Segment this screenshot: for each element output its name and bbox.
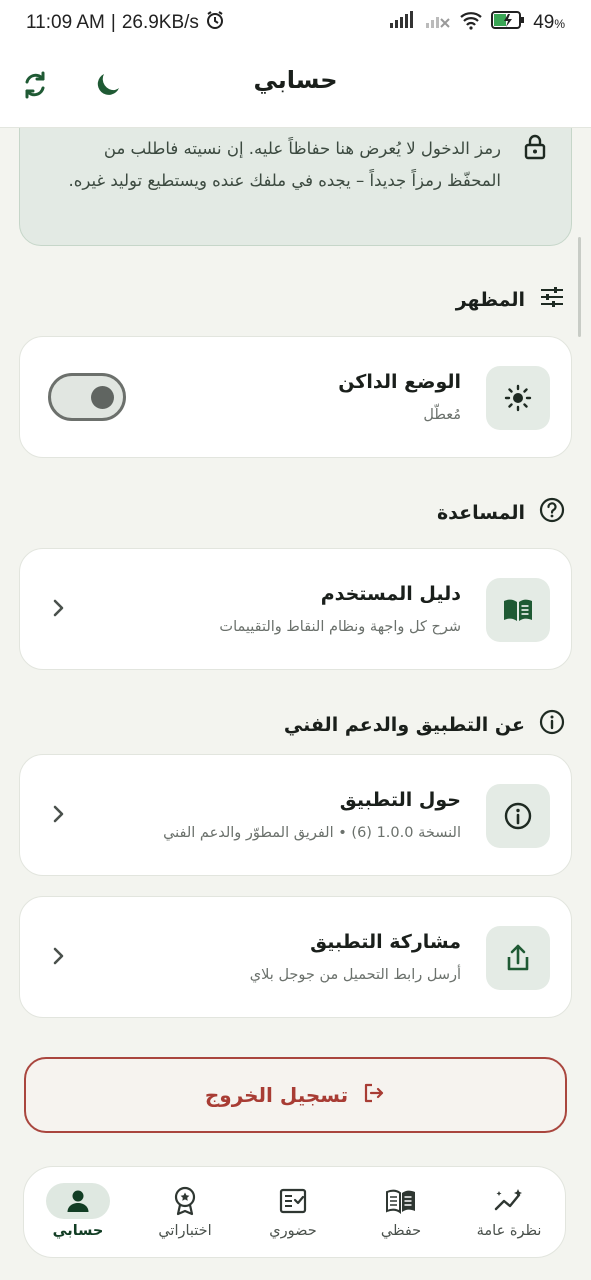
chevron-left-icon — [50, 944, 66, 972]
info-circle-icon — [539, 709, 565, 740]
status-time: 11:09 AM — [26, 12, 105, 33]
section-appearance-title: المظهر — [455, 288, 525, 311]
sparkle-chart-icon — [477, 1183, 541, 1219]
signal-off-icon — [425, 11, 451, 35]
nav-item-overview[interactable]: نظرة عامة — [455, 1167, 563, 1259]
award-icon — [153, 1183, 217, 1219]
status-bar: 11:09 AM | 26.9KB/s 49% — [0, 0, 591, 44]
section-appearance: المظهر — [456, 285, 565, 314]
battery-level: 49% — [533, 12, 565, 33]
nav-label-exams: اختباراتي — [158, 1223, 212, 1239]
status-speed: 26.9KB/s — [121, 12, 199, 33]
nav-label-account: حسابي — [52, 1223, 104, 1239]
nav-label-overview: نظرة عامة — [476, 1223, 542, 1239]
checklist-icon — [261, 1183, 325, 1219]
section-help: المساعدة — [437, 497, 565, 528]
sun-icon — [486, 366, 550, 430]
signal-icon — [389, 11, 417, 35]
nav-label-attendance: حضوري — [269, 1223, 317, 1239]
share-app-card[interactable]: مشاركة التطبيق أرسل رابط التحميل من جوجل… — [19, 896, 572, 1018]
nav-label-memorization: حفظي — [380, 1223, 422, 1239]
sliders-icon — [539, 285, 565, 314]
info-icon — [486, 784, 550, 848]
content[interactable]: رمز الدخول لا يُعرض هنا حفاظاً عليه. إن … — [0, 128, 591, 1168]
person-icon — [46, 1183, 110, 1219]
nav-item-attendance[interactable]: حضوري — [239, 1167, 347, 1259]
about-app-card[interactable]: حول التطبيق النسخة 1.0.0 (6) • الفريق ال… — [19, 754, 572, 876]
battery-icon — [491, 11, 525, 35]
chevron-left-icon — [50, 596, 66, 624]
logout-label: تسجيل الخروج — [204, 1083, 349, 1107]
section-about: عن التطبيق والدعم الفني — [284, 709, 565, 740]
help-circle-icon — [539, 497, 565, 528]
toggle-knob — [91, 386, 114, 409]
share-icon — [486, 926, 550, 990]
dark-mode-toggle[interactable] — [48, 373, 126, 421]
page-title: حسابي — [253, 66, 338, 94]
pin-info-text: رمز الدخول لا يُعرض هنا حفاظاً عليه. إن … — [68, 139, 501, 190]
logout-button[interactable]: تسجيل الخروج — [24, 1057, 567, 1133]
bottom-nav: نظرة عامة حفظي حضوري اختباراتي حسابي — [23, 1166, 566, 1258]
share-app-subtitle: أرسل رابط التحميل من جوجل بلاي — [249, 967, 461, 983]
share-app-title: مشاركة التطبيق — [310, 931, 461, 953]
about-app-title: حول التطبيق — [339, 789, 461, 811]
dark-mode-card[interactable]: الوضع الداكن مُعطّل — [19, 336, 572, 458]
user-guide-card[interactable]: دليل المستخدم شرح كل واجهة ونظام النقاط … — [19, 548, 572, 670]
app-header: حسابي — [0, 44, 591, 128]
scrollbar[interactable] — [578, 237, 581, 337]
user-guide-title: دليل المستخدم — [320, 583, 461, 605]
dark-mode-title: الوضع الداكن — [338, 371, 461, 393]
book-icon — [369, 1183, 433, 1219]
nav-item-exams[interactable]: اختباراتي — [131, 1167, 239, 1259]
wifi-icon — [459, 10, 483, 36]
logout-icon — [362, 1081, 386, 1109]
section-about-title: عن التطبيق والدعم الفني — [283, 713, 525, 736]
alarm-icon — [205, 10, 225, 36]
section-help-title: المساعدة — [436, 501, 525, 524]
nav-item-memorization[interactable]: حفظي — [347, 1167, 455, 1259]
user-guide-subtitle: شرح كل واجهة ونظام النقاط والتقييمات — [219, 619, 461, 635]
chevron-left-icon — [50, 802, 66, 830]
lock-icon — [523, 134, 547, 164]
pin-info-box: رمز الدخول لا يُعرض هنا حفاظاً عليه. إن … — [19, 128, 572, 246]
about-app-subtitle: النسخة 1.0.0 (6) • الفريق المطوّر والدعم… — [163, 825, 461, 841]
nav-item-account[interactable]: حسابي — [24, 1167, 132, 1259]
book-open-icon — [486, 578, 550, 642]
dark-mode-status: مُعطّل — [423, 407, 461, 423]
